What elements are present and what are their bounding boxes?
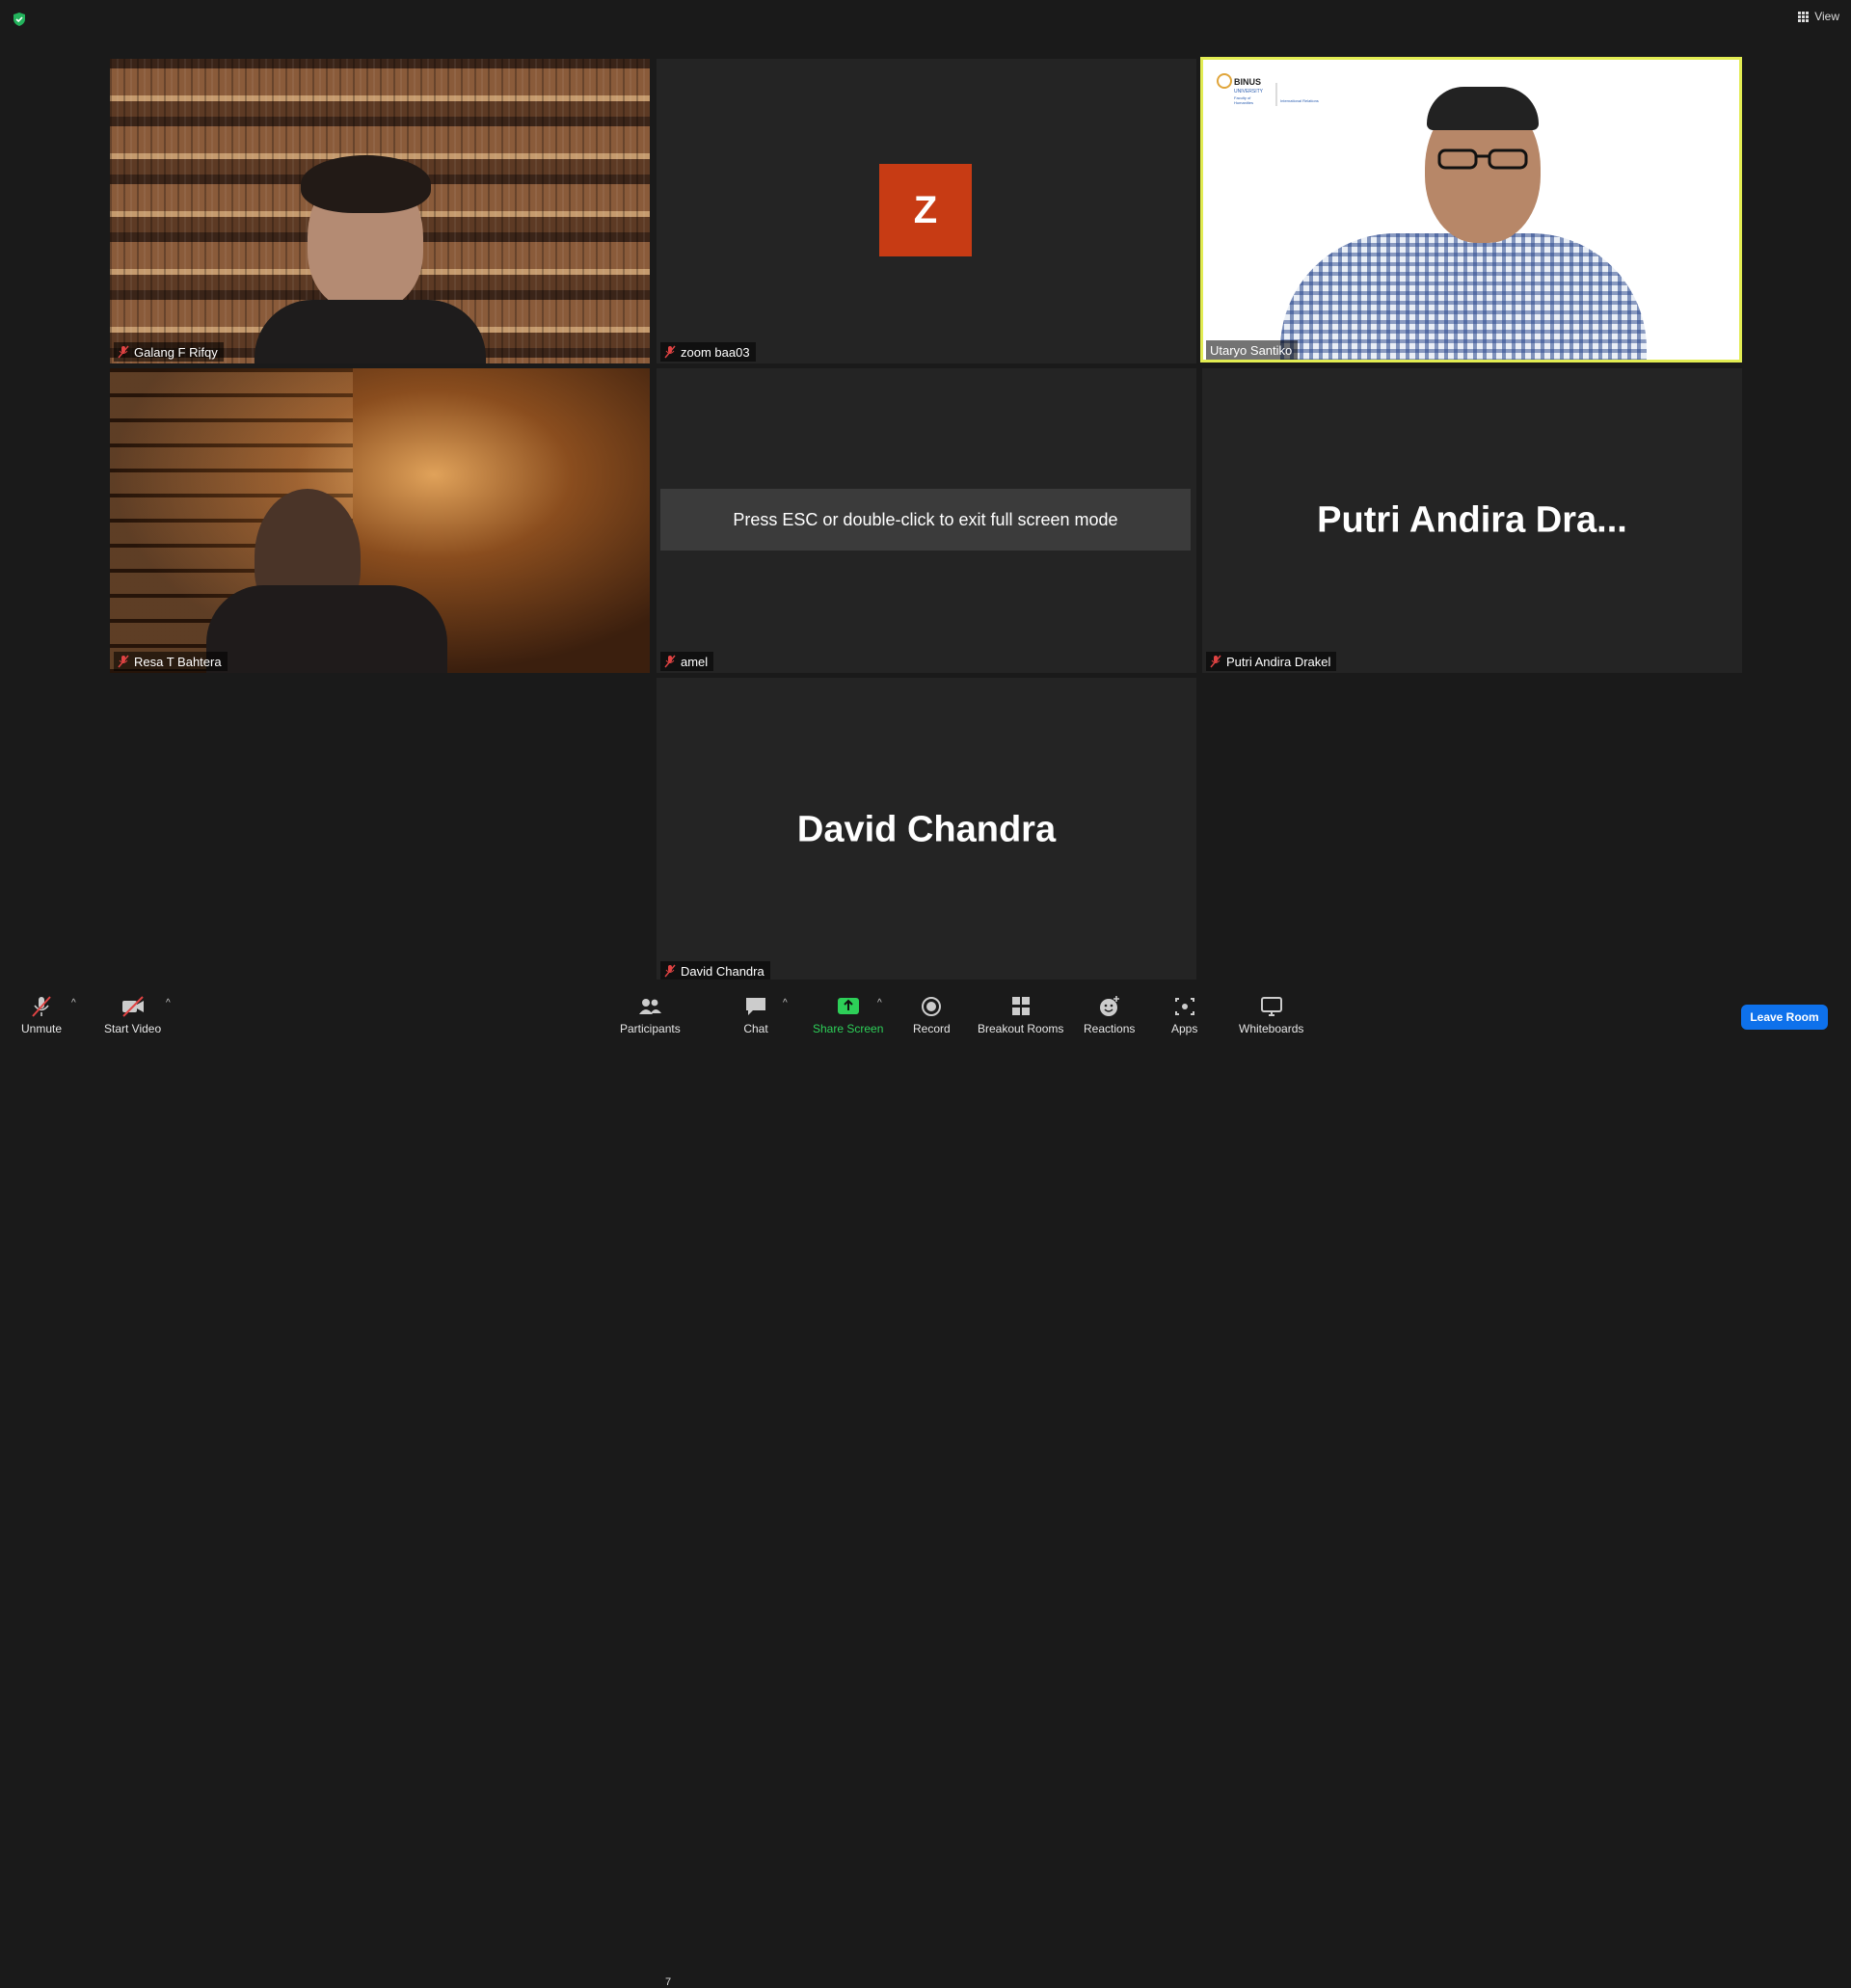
apps-icon bbox=[1174, 998, 1194, 1015]
video-tile-amel[interactable]: amel Press ESC or double-click to exit f… bbox=[657, 368, 1196, 673]
breakout-rooms-button[interactable]: Breakout Rooms bbox=[978, 995, 1063, 1035]
start-video-button[interactable]: Start Video bbox=[104, 995, 161, 1035]
video-tile-resa[interactable]: Resa T Bahtera bbox=[110, 368, 650, 673]
whiteboards-button[interactable]: Whiteboards bbox=[1239, 995, 1303, 1035]
participant-body bbox=[206, 585, 447, 673]
reactions-label: Reactions bbox=[1084, 1022, 1136, 1035]
participants-count-badge: 7 bbox=[665, 1976, 672, 1988]
participants-label: Participants bbox=[620, 1022, 681, 1035]
binus-logo: BINUS UNIVERSITY Faculty of Humanities I… bbox=[1217, 73, 1319, 106]
participants-button[interactable]: Participants bbox=[620, 995, 681, 1035]
chat-icon bbox=[746, 998, 765, 1015]
nameplate: David Chandra bbox=[660, 961, 770, 981]
video-off-icon bbox=[121, 996, 144, 1017]
participant-body bbox=[1280, 233, 1647, 360]
nameplate: zoom baa03 bbox=[660, 342, 756, 362]
mic-muted-icon bbox=[118, 655, 129, 668]
view-label: View bbox=[1814, 10, 1839, 23]
participant-name: Resa T Bahtera bbox=[134, 654, 222, 669]
whiteboards-icon bbox=[1260, 997, 1282, 1016]
participant-body bbox=[255, 300, 486, 363]
whiteboards-label: Whiteboards bbox=[1239, 1022, 1304, 1035]
participant-name: zoom baa03 bbox=[681, 344, 750, 360]
participant-name: amel bbox=[681, 654, 709, 669]
avatar: Z bbox=[879, 164, 972, 256]
share-screen-button[interactable]: Share Screen bbox=[813, 995, 883, 1035]
breakout-rooms-icon bbox=[1011, 997, 1030, 1015]
svg-text:Humanities: Humanities bbox=[1234, 100, 1253, 105]
participant-hair bbox=[301, 155, 431, 213]
video-tile-galang[interactable]: Galang F Rifqy bbox=[110, 59, 650, 363]
view-button[interactable]: View bbox=[1798, 10, 1839, 23]
mic-muted-icon bbox=[664, 655, 676, 668]
nameplate: Putri Andira Drakel bbox=[1206, 652, 1337, 671]
start-video-label: Start Video bbox=[104, 1022, 162, 1035]
toast-text: Press ESC or double-click to exit full s… bbox=[733, 509, 1118, 529]
chat-button[interactable]: Chat bbox=[743, 995, 768, 1035]
share-options-caret[interactable]: ^ bbox=[877, 998, 882, 1008]
unmute-label: Unmute bbox=[21, 1022, 63, 1035]
nameplate: Utaryo Santiko bbox=[1206, 340, 1299, 360]
record-label: Record bbox=[913, 1022, 951, 1035]
reactions-button[interactable]: Reactions bbox=[1084, 995, 1135, 1035]
breakout-rooms-label: Breakout Rooms bbox=[978, 1022, 1064, 1035]
glasses bbox=[1437, 148, 1528, 170]
leave-room-button[interactable]: Leave Room bbox=[1741, 1005, 1828, 1030]
apps-button[interactable]: Apps bbox=[1171, 995, 1197, 1035]
mic-muted-icon bbox=[118, 345, 129, 359]
mic-muted-icon bbox=[32, 996, 51, 1017]
security-shield-icon[interactable] bbox=[12, 12, 27, 27]
share-screen-icon bbox=[837, 998, 859, 1014]
audio-options-caret[interactable]: ^ bbox=[71, 998, 76, 1008]
participant-name: Galang F Rifqy bbox=[134, 344, 218, 360]
participant-name: Utaryo Santiko bbox=[1210, 342, 1293, 358]
participants-icon bbox=[639, 999, 662, 1014]
participant-hair bbox=[1427, 87, 1539, 130]
center-name: Putri Andira Dra... bbox=[1317, 499, 1627, 541]
center-name: David Chandra bbox=[796, 809, 1057, 850]
chat-options-caret[interactable]: ^ bbox=[783, 998, 788, 1008]
apps-label: Apps bbox=[1171, 1022, 1198, 1035]
video-tile-utaryo-active-speaker[interactable]: BINUS UNIVERSITY Faculty of Humanities I… bbox=[1200, 57, 1742, 363]
nameplate: Galang F Rifqy bbox=[114, 342, 224, 362]
share-screen-label: Share Screen bbox=[813, 1022, 884, 1035]
participant-name: Putri Andira Drakel bbox=[1226, 654, 1331, 669]
reactions-icon bbox=[1099, 996, 1119, 1016]
video-tile-david[interactable]: David Chandra David Chandra bbox=[657, 678, 1196, 982]
fullscreen-exit-toast: Press ESC or double-click to exit full s… bbox=[660, 489, 1191, 551]
unmute-button[interactable]: Unmute bbox=[21, 995, 62, 1035]
nameplate: amel bbox=[660, 652, 714, 671]
mic-muted-icon bbox=[664, 964, 676, 978]
participant-name: David Chandra bbox=[681, 963, 765, 979]
meeting-toolbar: Unmute ^ Start Video ^ Participants 7 Ch… bbox=[0, 980, 1851, 1988]
grid-view-icon bbox=[1798, 11, 1810, 22]
svg-text:International Relations: International Relations bbox=[1280, 98, 1319, 103]
mic-muted-icon bbox=[664, 345, 676, 359]
record-icon bbox=[922, 997, 942, 1016]
video-tile-zoom-baa03[interactable]: Z zoom baa03 bbox=[657, 59, 1196, 363]
svg-text:BINUS: BINUS bbox=[1234, 77, 1261, 87]
svg-text:UNIVERSITY: UNIVERSITY bbox=[1234, 89, 1264, 94]
video-tile-putri[interactable]: Putri Andira Dra... Putri Andira Drakel bbox=[1202, 368, 1742, 673]
chat-label: Chat bbox=[743, 1022, 768, 1035]
video-options-caret[interactable]: ^ bbox=[166, 998, 171, 1008]
nameplate: Resa T Bahtera bbox=[114, 652, 228, 671]
record-button[interactable]: Record bbox=[913, 995, 951, 1035]
mic-muted-icon bbox=[1210, 655, 1221, 668]
